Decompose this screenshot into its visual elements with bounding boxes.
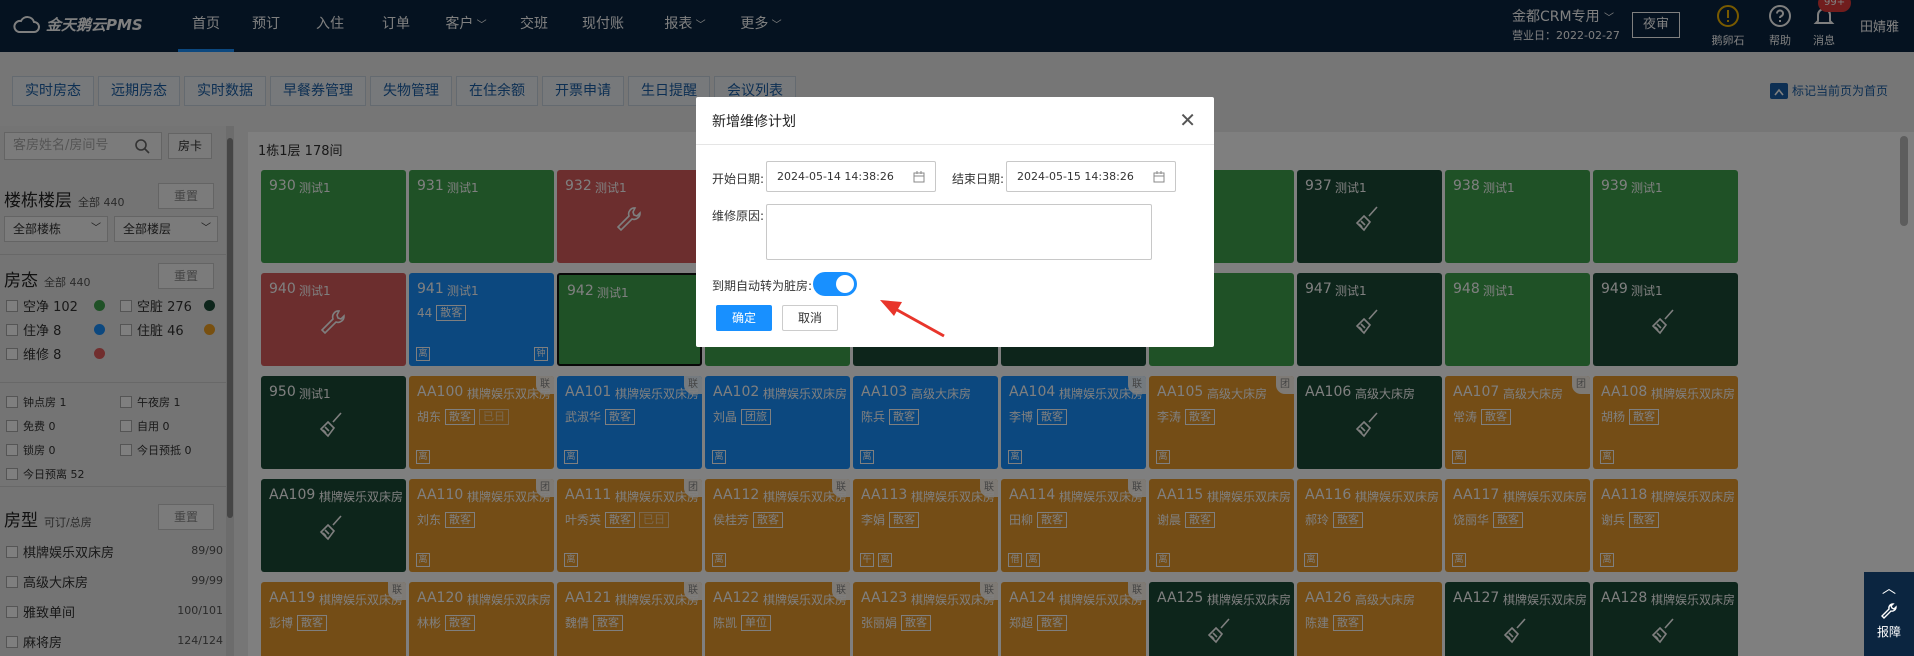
confirm-button[interactable]: 确定 <box>716 305 772 331</box>
end-date-label: 结束日期: <box>952 172 1005 186</box>
start-date-value: 2024-05-14 14:38:26 <box>777 170 894 183</box>
calendar-icon <box>913 171 925 183</box>
cancel-button[interactable]: 取消 <box>782 305 838 331</box>
start-date-label: 开始日期: <box>712 172 765 186</box>
report-fault-label: 报障 <box>1876 625 1901 639</box>
chevron-up-icon[interactable]: ︿ <box>1864 578 1914 598</box>
close-icon[interactable]: ✕ <box>1179 110 1196 130</box>
end-date-input[interactable]: 2024-05-15 14:38:26 <box>1006 161 1176 192</box>
divider <box>696 144 1214 145</box>
report-fault-panel[interactable]: ︿ 报障 <box>1864 572 1914 656</box>
reason-textarea[interactable] <box>766 204 1152 260</box>
end-date-value: 2024-05-15 14:38:26 <box>1017 170 1134 183</box>
toggle-knob <box>836 275 854 293</box>
reason-label: 维修原因: <box>712 209 765 223</box>
dialog-title: 新增维修计划 <box>712 114 796 130</box>
maintenance-plan-dialog: 新增维修计划 ✕ 开始日期: 2024-05-14 14:38:26 结束日期:… <box>696 97 1214 347</box>
wrench-icon <box>1881 603 1897 619</box>
auto-dirty-label: 到期自动转为脏房: <box>712 279 813 293</box>
annotation-arrow <box>880 300 945 338</box>
start-date-input[interactable]: 2024-05-14 14:38:26 <box>766 161 936 192</box>
calendar-icon <box>1153 171 1165 183</box>
auto-dirty-toggle[interactable] <box>813 272 857 296</box>
